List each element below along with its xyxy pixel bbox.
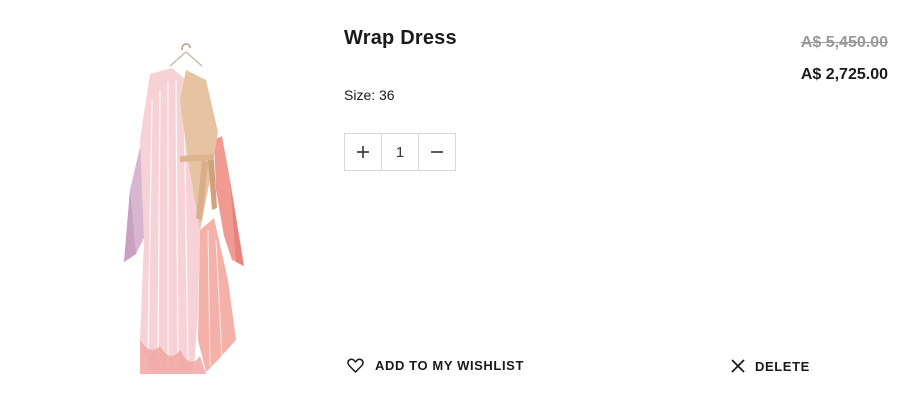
- quantity-stepper: 1: [344, 133, 456, 171]
- add-to-wishlist-button[interactable]: ADD TO MY WISHLIST: [347, 358, 524, 373]
- delete-label: DELETE: [755, 358, 810, 374]
- wishlist-label: ADD TO MY WISHLIST: [375, 358, 524, 373]
- delete-button[interactable]: DELETE: [730, 358, 810, 374]
- sale-price: A$ 2,725.00: [800, 66, 888, 83]
- product-image[interactable]: [110, 40, 260, 380]
- increment-button[interactable]: [345, 134, 381, 170]
- size-label: Size:: [344, 87, 376, 103]
- heart-icon: [347, 358, 364, 373]
- original-price: A$ 5,450.00: [800, 34, 888, 51]
- quantity-value[interactable]: 1: [381, 134, 419, 170]
- decrement-button[interactable]: [419, 134, 455, 170]
- wrap-dress-image: [124, 43, 244, 374]
- plus-icon: [357, 146, 370, 158]
- size-info: Size: 36: [344, 87, 395, 103]
- size-value: 36: [379, 87, 395, 103]
- minus-icon: [430, 151, 443, 153]
- product-title[interactable]: Wrap Dress: [344, 27, 457, 50]
- close-icon: [730, 358, 746, 374]
